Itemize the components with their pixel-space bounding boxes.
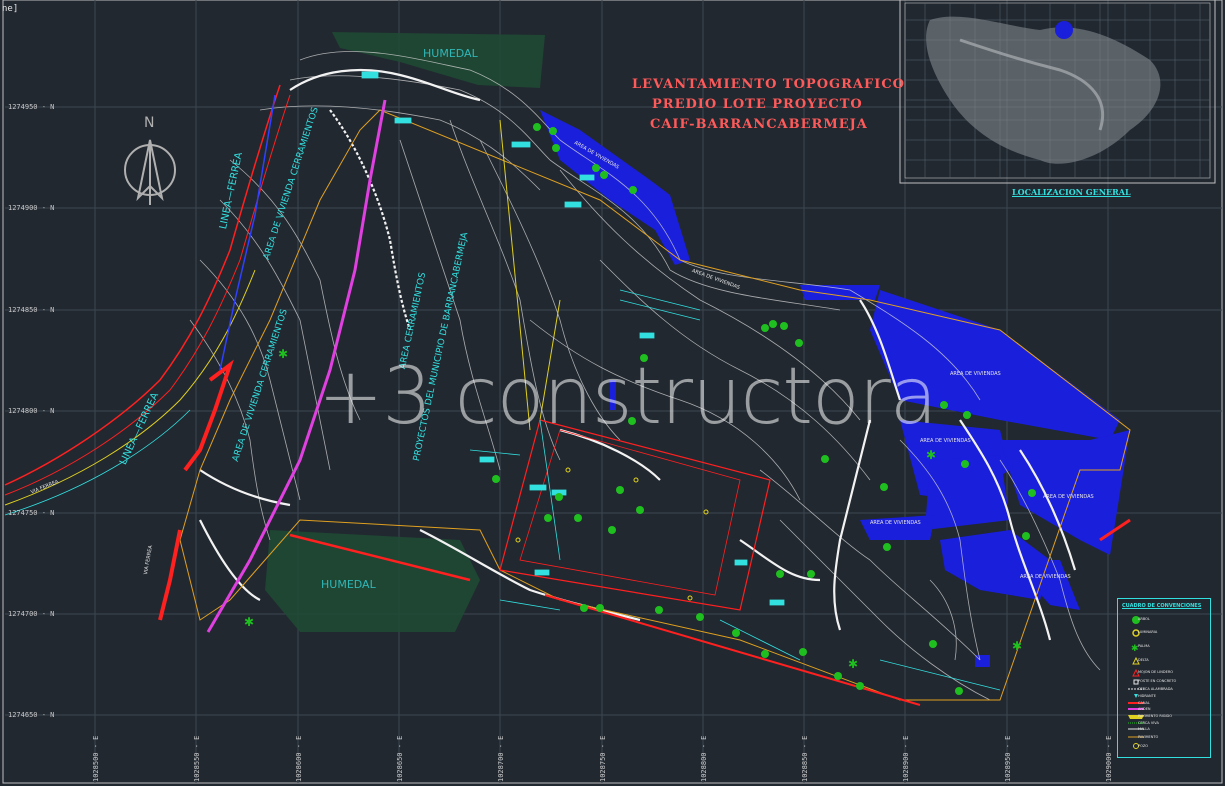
easting-label: 1028900 - E xyxy=(902,735,910,782)
legend-item-label: CANAL xyxy=(1138,701,1150,705)
legend-item-label: PAVIMENTO RIGIDO xyxy=(1138,714,1172,718)
legend-symbols: ✱ xyxy=(1128,616,1144,749)
area-viviendas-label: AREA DE VIVIENDAS xyxy=(870,520,921,526)
svg-text:✱: ✱ xyxy=(244,615,254,629)
svg-text:✱: ✱ xyxy=(848,657,858,671)
map-title-line-3: CAIF-BARRANCABERMEJA xyxy=(650,117,868,132)
northing-label: 1274900 - N xyxy=(8,204,55,212)
area-viviendas-label: AREA DE VIVIENDAS xyxy=(1020,574,1071,580)
easting-label: 1028700 - E xyxy=(497,735,505,782)
easting-label: 1028950 - E xyxy=(1004,735,1012,782)
legend-item-label: MALLA xyxy=(1138,727,1150,731)
legend-item-label: ARBOL xyxy=(1138,617,1150,621)
legend-item-label: DELTA xyxy=(1138,658,1149,662)
map-title-line-2: PREDIO LOTE PROYECTO xyxy=(652,97,863,112)
window-title-fragment: ne] xyxy=(2,4,19,14)
legend-item-label: HIDRANTE xyxy=(1138,694,1157,698)
northing-label: 1274700 - N xyxy=(8,610,55,618)
area-viviendas-label: AREA DE VIVIENDAS xyxy=(950,371,1001,377)
easting-label: 1028850 - E xyxy=(801,735,809,782)
northing-label: 1274800 - N xyxy=(8,407,55,415)
legend-item-label: LUMINARIA xyxy=(1138,630,1158,634)
easting-label: 1028650 - E xyxy=(396,735,404,782)
legend-item-label: CERCA VIVA xyxy=(1138,721,1159,725)
easting-label: 1028750 - E xyxy=(599,735,607,782)
northing-label: 1274650 - N xyxy=(8,711,55,719)
northing-label: 1274750 - N xyxy=(8,509,55,517)
legend-item-label: MOJON DE LINDERO xyxy=(1138,670,1174,674)
svg-text:✱: ✱ xyxy=(926,448,936,462)
easting-label: 1028800 - E xyxy=(700,735,708,782)
northing-label: 1274850 - N xyxy=(8,306,55,314)
north-label: N xyxy=(144,115,155,131)
humedal-top-label: HUMEDAL xyxy=(423,47,478,60)
legend-item-label: POZO xyxy=(1138,744,1149,748)
legend-item-label: CERCA ALAMBRADA xyxy=(1138,687,1173,691)
watermark: +3 constructora xyxy=(318,352,938,442)
area-viviendas-label: AREA DE VIVIENDAS xyxy=(1043,494,1094,500)
legend-item-label: PALMA xyxy=(1138,644,1150,648)
northing-label: 1274950 - N xyxy=(8,103,55,111)
legend-item-label: PAVIMENTO xyxy=(1138,735,1159,739)
svg-text:✱: ✱ xyxy=(1012,639,1022,653)
map-title-line-1: LEVANTAMIENTO TOPOGRAFICO xyxy=(632,77,906,92)
legend-item-label: POSTE EN CONCRETO xyxy=(1138,679,1177,683)
easting-label: 1028500 - E xyxy=(92,735,100,782)
svg-text:✱: ✱ xyxy=(278,347,288,361)
legend-box: CUADRO DE CONVENCIONES ✱ ARBOL LUMINARIA… xyxy=(1117,598,1211,758)
easting-label: 1029000 - E xyxy=(1105,735,1113,782)
inset-map-title: LOCALIZACION GENERAL xyxy=(1012,187,1131,197)
humedal-bottom-label: HUMEDAL xyxy=(321,578,376,591)
easting-label: 1028600 - E xyxy=(295,735,303,782)
easting-label: 1028550 - E xyxy=(193,735,201,782)
legend-item-label: ANDEN xyxy=(1138,707,1151,711)
